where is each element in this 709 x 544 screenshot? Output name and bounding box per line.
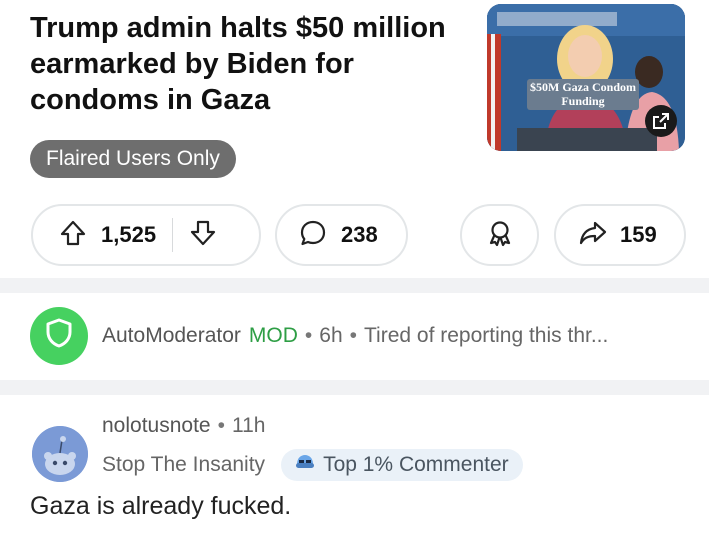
- automod-time: 6h: [319, 324, 343, 347]
- avatar: [30, 307, 88, 365]
- upvote-count: 1,525: [101, 222, 157, 247]
- comment-username[interactable]: nolotusnote: [102, 414, 211, 437]
- user-flair: Stop The Insanity: [102, 453, 266, 476]
- dot-separator: •: [349, 324, 357, 347]
- external-link-icon[interactable]: [645, 105, 677, 137]
- thumbnail-caption: $50M Gaza Condom Funding: [527, 79, 639, 110]
- top-commenter-label: Top 1% Commenter: [323, 453, 509, 476]
- comment-header: nolotusnote • 11h: [102, 414, 265, 438]
- upvote-icon[interactable]: [59, 219, 87, 252]
- top-commenter-badge[interactable]: Top 1% Commenter: [281, 449, 523, 481]
- post-thumbnail[interactable]: $50M Gaza Condom Funding: [487, 4, 685, 151]
- share-icon: [578, 219, 608, 252]
- section-divider: [0, 380, 709, 395]
- post-flair: Flaired Users Only: [30, 140, 236, 178]
- avatar[interactable]: [32, 426, 88, 482]
- comment-count: 238: [341, 222, 378, 247]
- dot-separator: •: [217, 414, 225, 437]
- comment-time: 11h: [231, 414, 266, 437]
- share-count: 159: [620, 222, 657, 247]
- top-commenter-icon: [293, 452, 317, 478]
- comment-icon: [299, 219, 327, 252]
- mod-badge: MOD: [248, 324, 298, 347]
- post-title[interactable]: Trump admin halts $50 million earmarked …: [30, 10, 470, 118]
- automod-preview-text: Tired of reporting this thr...: [364, 324, 609, 347]
- comment-body: Gaza is already fucked.: [30, 492, 292, 520]
- vote-divider: [172, 218, 174, 252]
- dot-separator: •: [304, 324, 313, 347]
- comment-flair-row: Stop The Insanity Top 1% Commenter: [102, 448, 523, 482]
- vote-bar: 1,525: [31, 204, 261, 266]
- award-button[interactable]: [460, 204, 539, 266]
- section-divider: [0, 278, 709, 293]
- automod-comment-preview[interactable]: AutoModerator MOD • 6h • Tired of report…: [30, 306, 608, 366]
- award-icon: [486, 219, 514, 252]
- downvote-icon[interactable]: [189, 219, 217, 252]
- shield-icon: [44, 317, 74, 355]
- share-button[interactable]: 159: [554, 204, 686, 266]
- automod-username[interactable]: AutoModerator: [102, 324, 241, 348]
- comments-button[interactable]: 238: [275, 204, 408, 266]
